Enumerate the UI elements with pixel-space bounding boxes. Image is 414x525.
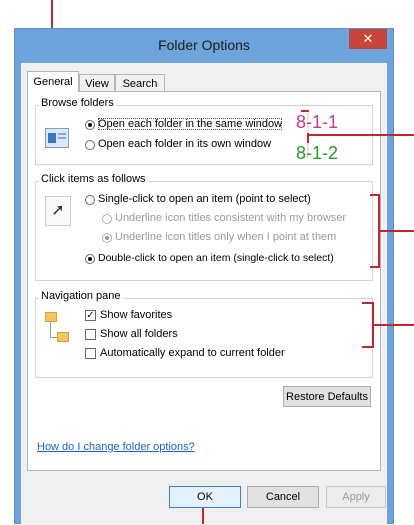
annotation-bracket-nav-bottom	[362, 346, 374, 348]
browse-folders-icon	[45, 128, 69, 148]
window-title: Folder Options	[158, 37, 250, 53]
annotation-bracket-click-bottom	[370, 266, 380, 268]
checkbox-auto-expand[interactable]	[85, 348, 96, 359]
click-items-legend: Click items as follows	[39, 173, 148, 185]
checkbox-show-all-folders[interactable]	[85, 329, 96, 340]
apply-button[interactable]: Apply	[326, 486, 386, 508]
show-all-folders-label[interactable]: Show all folders	[100, 328, 178, 340]
folder-options-window: Folder Options ✕ General View Search Bro…	[14, 28, 394, 525]
annotation-bracket-click-top	[370, 194, 380, 196]
title-bar: Folder Options ✕	[15, 29, 393, 59]
folder-tree-icon	[45, 312, 71, 346]
cancel-button[interactable]: Cancel	[247, 486, 319, 508]
annotation-line-nav	[374, 324, 414, 326]
ok-button[interactable]: OK	[169, 486, 241, 508]
annotation-line-click	[380, 230, 414, 232]
annotation-line-ok	[202, 508, 204, 524]
radio-double-click[interactable]	[85, 254, 95, 264]
navigation-pane-legend: Navigation pane	[39, 290, 123, 302]
help-link[interactable]: How do I change folder options?	[37, 441, 195, 453]
checkbox-show-favorites[interactable]: ✓	[85, 310, 96, 321]
option-underline-browser-label[interactable]: Underline icon titles consistent with my…	[115, 212, 346, 224]
radio-single-click[interactable]	[85, 195, 95, 205]
annotation-bracket-nav-top	[362, 302, 374, 304]
option-single-click-label[interactable]: Single-click to open an item (point to s…	[98, 193, 311, 205]
show-favorites-label[interactable]: Show favorites	[100, 309, 172, 321]
annotation-label-8-1-1: 8-1-1	[296, 112, 339, 133]
auto-expand-label[interactable]: Automatically expand to current folder	[100, 347, 285, 359]
option-own-window-label[interactable]: Open each folder in its own window	[98, 138, 271, 150]
annotation-label-8-1-2: 8-1-2	[296, 143, 339, 164]
annotation-line-browse	[309, 134, 414, 136]
option-double-click-label[interactable]: Double-click to open an item (single-cli…	[98, 252, 334, 264]
browse-folders-legend: Browse folders	[39, 97, 116, 109]
radio-underline-browser[interactable]	[102, 214, 112, 224]
tab-general[interactable]: General	[27, 71, 79, 92]
click-cursor-icon: ➚	[45, 196, 71, 226]
radio-own-window[interactable]	[85, 140, 95, 150]
option-same-window-label[interactable]: Open each folder in the same window	[98, 118, 283, 130]
option-underline-point-label[interactable]: Underline icon titles only when I point …	[115, 231, 336, 243]
close-icon[interactable]: ✕	[349, 29, 387, 49]
restore-defaults-button[interactable]: Restore Defaults	[283, 386, 371, 407]
radio-same-window[interactable]	[85, 120, 95, 130]
tab-search[interactable]: Search	[115, 74, 165, 92]
tab-view[interactable]: View	[79, 74, 115, 92]
radio-underline-point[interactable]	[102, 233, 112, 243]
